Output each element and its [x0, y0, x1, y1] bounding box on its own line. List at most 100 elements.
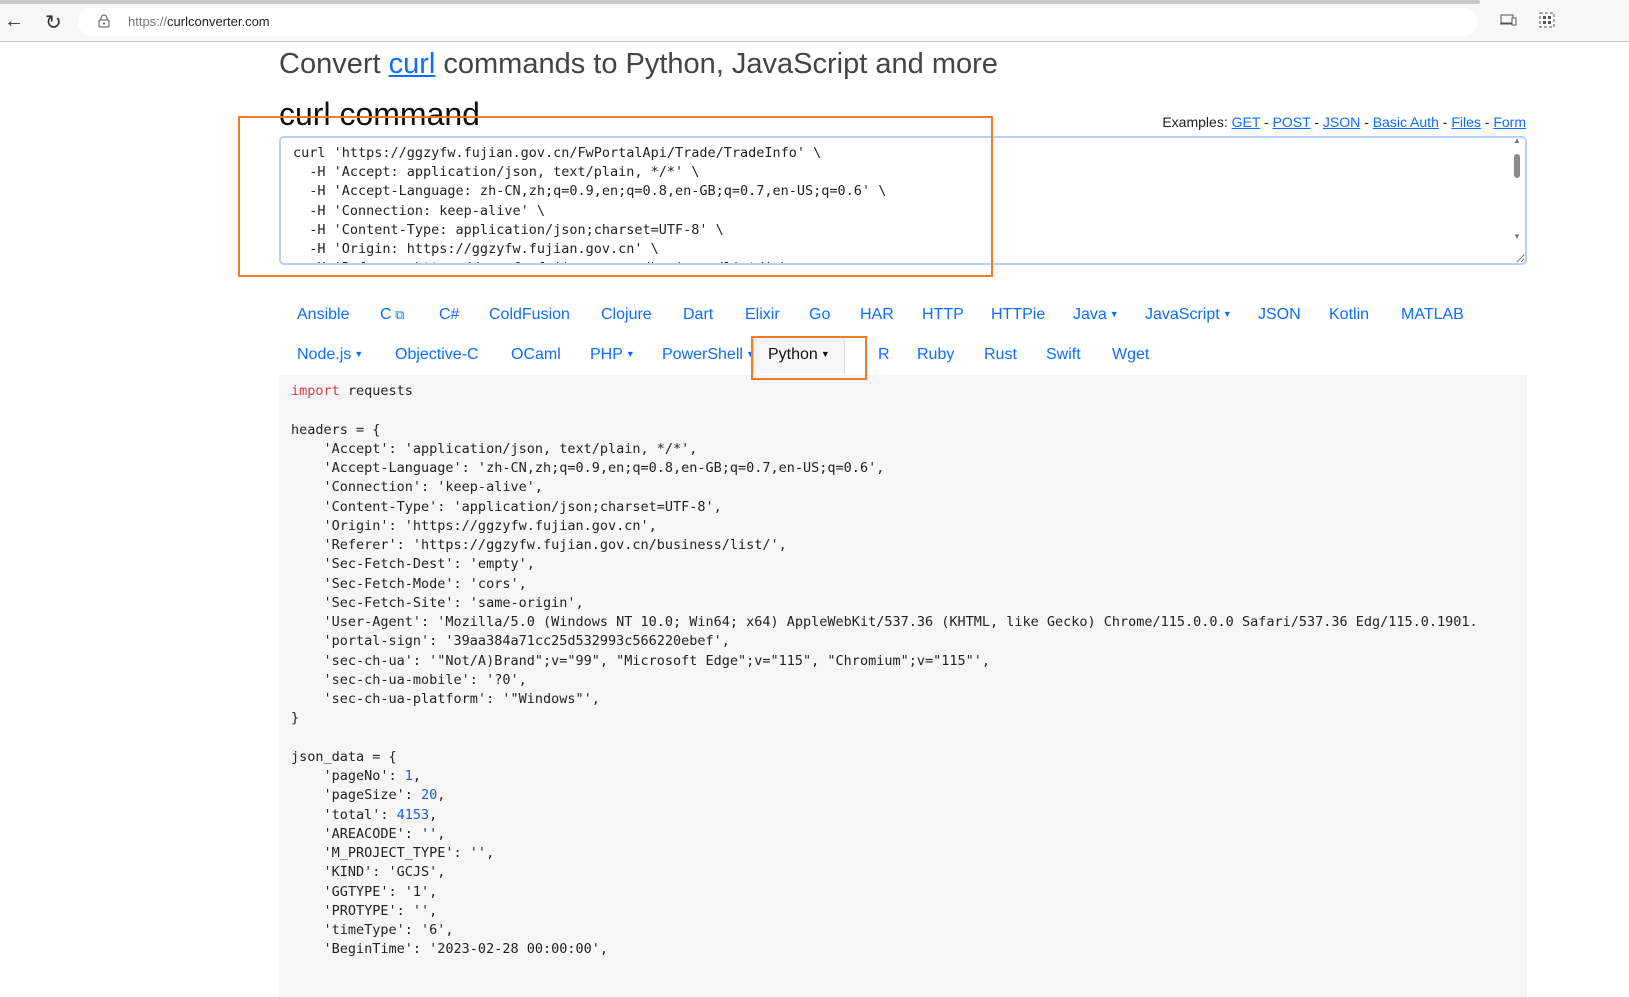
code-line-wrapper: 'Sec-Fetch-Dest': 'empty',: [291, 555, 1515, 574]
tab-powershell[interactable]: PowerShell ▼: [662, 346, 755, 364]
tab-c#[interactable]: C#: [439, 306, 459, 324]
code-line-wrapper: 'KIND': 'GCJS',: [291, 863, 1515, 882]
code-line-wrapper: 'portal-sign': '39aa384a71cc25d532993c56…: [291, 632, 1515, 651]
example-post[interactable]: POST: [1273, 114, 1311, 130]
code-line: 'Accept-Language': 'zh-CN,zh;q=0.9,en;q=…: [291, 460, 885, 476]
code-line-wrapper: 'pageSize': 20, 20: [291, 786, 1515, 806]
tab-label: Clojure: [601, 306, 652, 323]
apps-grid-icon[interactable]: [1538, 12, 1556, 28]
tab-r[interactable]: R: [878, 346, 890, 364]
code-line-wrapper: 'Accept': 'application/json, text/plain,…: [291, 440, 1515, 459]
code-line: 'Content-Type': 'application/json;charse…: [291, 498, 722, 515]
code-line: 'M_PROJECT_TYPE': '',: [291, 845, 495, 861]
tab-matlab[interactable]: MATLAB: [1401, 306, 1464, 324]
tab-label: ColdFusion: [489, 306, 570, 323]
caret-down-icon: ▼: [1222, 309, 1232, 319]
tab-java[interactable]: Java ▼: [1073, 306, 1119, 324]
tab-kotlin[interactable]: Kotlin: [1329, 306, 1369, 324]
device-icon[interactable]: [1500, 12, 1518, 28]
code-line-wrapper: }: [291, 709, 1515, 728]
tab-c[interactable]: C ⧉: [380, 306, 404, 324]
code-line-wrapper: 'PROTYPE': '',: [291, 902, 1515, 921]
address-bar[interactable]: https://curlconverter.com: [78, 8, 1478, 36]
code-line-wrapper: 'sec-ch-ua-platform': '"Windows"',: [291, 690, 1515, 709]
tab-label: HTTP: [922, 306, 964, 323]
tab-label: Swift: [1046, 346, 1081, 363]
tab-httpie[interactable]: HTTPie: [991, 306, 1045, 324]
tab-label: R: [878, 346, 890, 363]
tab-wget[interactable]: Wget: [1112, 346, 1149, 364]
code-line: }: [291, 710, 300, 727]
code-line: 'GGTYPE': '1',: [291, 883, 438, 900]
code-line-wrapper: 'timeType': '6',: [291, 921, 1515, 940]
tab-http[interactable]: HTTP: [922, 306, 964, 324]
reload-icon[interactable]: ↻: [45, 10, 62, 35]
tab-label: PowerShell: [662, 346, 743, 363]
tab-label: C#: [439, 306, 460, 323]
external-link-icon: ⧉: [391, 307, 405, 322]
tab-ocaml[interactable]: OCaml: [511, 346, 561, 364]
tab-label: Java: [1073, 306, 1107, 323]
code-line: 'Connection': 'keep-alive',: [291, 479, 543, 496]
tab-label: Rust: [984, 346, 1017, 363]
code-line-wrapper: 'M_PROJECT_TYPE': '',: [291, 844, 1515, 863]
code-line-wrapper: 'User-Agent': 'Mozilla/5.0 (Windows NT 1…: [291, 613, 1515, 632]
tab-php[interactable]: PHP ▼: [590, 346, 635, 364]
code-line-wrapper: 'pageNo': 1, 1: [291, 767, 1515, 787]
code-line-wrapper: 'Connection': 'keep-alive',: [291, 478, 1515, 497]
tab-node-js[interactable]: Node.js ▼: [297, 346, 363, 364]
tab-rust[interactable]: Rust: [984, 346, 1017, 364]
code-line: 'AREACODE': '',: [291, 825, 446, 842]
code-line: 'KIND': 'GCJS',: [291, 864, 446, 881]
code-line: 'Sec-Fetch-Mode': 'cors',: [291, 575, 527, 592]
tab-objective-c[interactable]: Objective-C: [395, 346, 479, 364]
code-line: 'User-Agent': 'Mozilla/5.0 (Windows NT 1…: [291, 614, 1478, 630]
tab-ansible[interactable]: Ansible: [297, 306, 349, 324]
code-line: 'sec-ch-ua': '"Not/A)Brand";v="99", "Mic…: [291, 652, 990, 669]
tab-dart[interactable]: Dart: [683, 306, 713, 324]
textarea-scrollbar[interactable]: ▲ ▼: [1512, 136, 1522, 246]
tab-elixir[interactable]: Elixir: [745, 306, 780, 324]
tab-ruby[interactable]: Ruby: [917, 346, 954, 364]
tab-coldfusion[interactable]: ColdFusion: [489, 306, 570, 324]
example-json[interactable]: JSON: [1323, 114, 1360, 130]
code-line-wrapper: 'AREACODE': '',: [291, 825, 1515, 844]
url-text: https://curlconverter.com: [128, 14, 270, 29]
tab-javascript[interactable]: JavaScript ▼: [1145, 306, 1232, 324]
code-line: 'Sec-Fetch-Site': 'same-origin',: [291, 594, 584, 611]
example-form[interactable]: Form: [1493, 114, 1526, 130]
tab-swift[interactable]: Swift: [1046, 346, 1081, 364]
example-files[interactable]: Files: [1451, 114, 1481, 130]
tab-label: JavaScript: [1145, 306, 1220, 323]
tab-har[interactable]: HAR: [860, 306, 894, 324]
tab-label: Objective-C: [395, 346, 479, 363]
code-line-wrapper: headers = {: [291, 421, 1515, 440]
tab-label: HTTPie: [991, 306, 1046, 323]
code-line: import requests: [291, 383, 413, 399]
code-line: 'Origin': 'https://ggzyfw.fujian.gov.cn'…: [291, 517, 657, 534]
tab-go[interactable]: Go: [809, 306, 830, 324]
back-arrow-icon[interactable]: ←: [4, 10, 24, 33]
example-get[interactable]: GET: [1232, 114, 1261, 130]
tab-json[interactable]: JSON: [1258, 306, 1301, 324]
tab-label: HAR: [860, 306, 894, 323]
code-line: 'Referer': 'https://ggzyfw.fujian.gov.cn…: [291, 537, 787, 553]
caret-down-icon: ▼: [1109, 309, 1119, 319]
code-line-wrapper: 'sec-ch-ua-mobile': '?0',: [291, 671, 1515, 690]
code-line-wrapper: 'total': 4153, 4153: [291, 805, 1515, 825]
code-line-wrapper: 'Sec-Fetch-Site': 'same-origin',: [291, 594, 1515, 613]
code-line-wrapper: 'Origin': 'https://ggzyfw.fujian.gov.cn'…: [291, 517, 1515, 536]
tab-label: Node.js: [297, 346, 352, 363]
code-line: 'BeginTime': '2023-02-28 00:00:00',: [291, 941, 608, 958]
curl-link[interactable]: curl: [389, 48, 436, 80]
highlight-box-input: [238, 116, 993, 277]
code-line-wrapper: [291, 401, 1515, 420]
tab-label: C: [380, 306, 392, 323]
example-basic-auth[interactable]: Basic Auth: [1373, 114, 1439, 130]
tab-clojure[interactable]: Clojure: [601, 306, 652, 324]
code-line: 'portal-sign': '39aa384a71cc25d532993c56…: [291, 633, 730, 650]
tab-label: MATLAB: [1401, 306, 1464, 323]
code-line-wrapper: 'Referer': 'https://ggzyfw.fujian.gov.cn…: [291, 536, 1515, 555]
